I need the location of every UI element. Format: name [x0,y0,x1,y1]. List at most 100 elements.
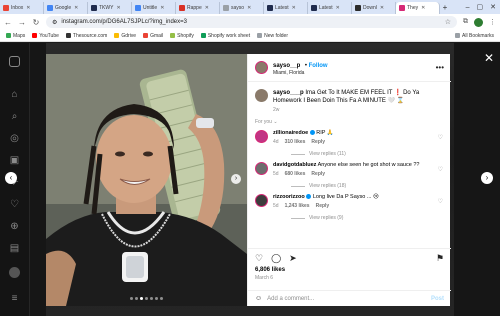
close-modal-icon[interactable]: ✕ [484,52,494,64]
explore-icon[interactable]: ◎ [9,133,20,144]
comment-text: Anyone else seen he got shot w sauce ?? [317,162,420,168]
commenter-username[interactable]: davidgotdabluez [273,162,316,168]
browser-tab[interactable]: Untitle ✕ [132,2,176,14]
add-comment-input[interactable]: Add a comment... [267,296,314,302]
share-icon[interactable]: ➤ [289,253,297,263]
commenter-username[interactable]: rizzoorizzoo [273,194,305,200]
bookmark-favicon-icon [32,33,38,38]
profile-avatar[interactable] [474,17,483,27]
tab-close-icon[interactable]: ✕ [292,5,296,11]
commenter-avatar[interactable] [255,162,268,175]
commenter-avatar[interactable] [255,130,268,143]
like-heart-icon[interactable]: ♡ [255,253,263,263]
commenter-avatar[interactable] [255,194,268,207]
close-window-icon[interactable]: ✕ [490,2,496,14]
bookmark-item[interactable]: Maps [6,33,25,39]
comment-likes[interactable]: 680 likes [285,171,306,178]
search-icon[interactable]: ⌕ [9,111,20,122]
comment-icon[interactable]: ◯ [271,253,281,263]
tab-close-icon[interactable]: ✕ [380,5,384,11]
likes-count[interactable]: 6,806 likes [255,267,444,273]
comment-like-heart-icon[interactable]: ♡ [438,166,443,173]
reply-button[interactable]: Reply [316,203,330,210]
more-menu-icon[interactable]: ≡ [9,293,20,304]
author-username[interactable]: sayso__p [273,63,300,69]
comment-like-heart-icon[interactable]: ♡ [438,134,443,141]
new-tab-button[interactable]: + [440,2,450,14]
view-replies-button[interactable]: View replies (9) [248,210,451,221]
browser-tab[interactable]: TKWY ✕ [88,2,132,14]
bookmark-item[interactable]: Thesource.com [65,33,107,39]
bookmark-item[interactable]: New folder [257,33,288,39]
post-comment-button[interactable]: Post [431,296,444,302]
follow-button[interactable]: Follow [309,63,328,69]
bookmark-item[interactable]: Shopify work sheet [200,33,250,39]
url-text[interactable]: instagram.com/p/DG6AL7SJPLc/?img_index=3 [61,19,440,25]
tab-close-icon[interactable]: ✕ [74,5,78,11]
browser-tab[interactable]: Google ✕ [44,2,88,14]
forward-icon[interactable]: → [18,18,26,27]
dashboard-icon[interactable]: ▤ [9,243,20,254]
browser-tab[interactable]: Downl ✕ [352,2,396,14]
profile-icon[interactable] [9,267,20,278]
bookmark-item[interactable]: Gmail [143,33,163,39]
back-icon[interactable]: ← [4,18,12,27]
comment-like-heart-icon[interactable]: ♡ [438,198,443,205]
browser-tab[interactable]: Latest ✕ [308,2,352,14]
reels-icon[interactable]: ▣ [9,155,20,166]
home-icon[interactable]: ⌂ [9,89,20,100]
reply-button[interactable]: Reply [311,171,325,178]
tab-close-icon[interactable]: ✕ [116,5,120,11]
save-bookmark-icon[interactable]: ⚑ [436,253,444,263]
tab-close-icon[interactable]: ✕ [247,5,251,11]
tab-label: TKWY [99,5,114,11]
extensions-icon[interactable]: ⧉ [463,18,468,26]
create-icon[interactable]: ⊕ [9,221,20,232]
bookmark-item[interactable]: YouTube [32,33,59,39]
browser-tab[interactable]: Latest ✕ [264,2,308,14]
author-avatar[interactable] [255,61,268,74]
emoji-icon[interactable]: ☺ [255,295,262,302]
url-omnibox[interactable]: ⚙ instagram.com/p/DG6AL7SJPLc/?img_index… [46,16,457,28]
reply-button[interactable]: Reply [311,139,325,146]
browser-tab[interactable]: Inbox ✕ [0,2,44,14]
comment-body: rizzoorizzoo Long live Da P Sayso ... 😢 5… [273,194,444,210]
post-location[interactable]: Miami, Florida [273,70,328,77]
browser-tab[interactable]: They ✕ [396,2,440,14]
tab-label: Inbox [11,5,24,11]
carousel-dot-active [140,297,143,300]
tab-label: They [407,5,419,11]
bookmark-favicon-icon [200,33,206,38]
post-photo[interactable]: › [46,54,247,306]
tab-close-icon[interactable]: ✕ [336,5,340,11]
comment-likes[interactable]: 310 likes [285,139,306,146]
reload-icon[interactable]: ↻ [32,18,40,27]
all-bookmarks[interactable]: All Bookmarks [455,33,494,39]
browser-tab[interactable]: sayso ✕ [220,2,264,14]
bookmark-item[interactable]: Shopify [170,33,194,39]
site-info-icon[interactable]: ⚙ [52,19,57,26]
tab-close-icon[interactable]: ✕ [205,5,209,11]
more-options-icon[interactable]: ••• [436,63,444,72]
browser-tab[interactable]: Rappe ✕ [176,2,220,14]
previous-post-button[interactable]: ‹ [5,172,17,184]
view-replies-button[interactable]: View replies (11) [248,146,451,157]
carousel-next-icon[interactable]: › [231,174,241,184]
caption-username[interactable]: sayso___p [273,90,304,96]
tab-close-icon[interactable]: ✕ [421,5,425,11]
caption-avatar[interactable] [255,89,268,102]
tab-close-icon[interactable]: ✕ [160,5,164,11]
bookmark-item[interactable]: Gdrive [114,33,136,39]
tab-close-icon[interactable]: ✕ [26,5,30,11]
commenter-username[interactable]: zillionairedoe [273,130,308,136]
comment-likes[interactable]: 1,243 likes [285,203,310,210]
maximize-icon[interactable]: ▢ [477,2,484,14]
notifications-icon[interactable]: ♡ [9,199,20,210]
view-replies-label[interactable]: View replies (9) [309,215,343,221]
next-post-button[interactable]: › [481,172,493,184]
browser-menu-icon[interactable]: ⋮ [489,18,496,26]
instagram-logo-icon[interactable] [9,56,20,67]
bookmark-star-icon[interactable]: ☆ [445,18,451,26]
minimize-icon[interactable]: – [466,2,470,14]
view-replies-button[interactable]: View replies (18) [248,178,451,189]
